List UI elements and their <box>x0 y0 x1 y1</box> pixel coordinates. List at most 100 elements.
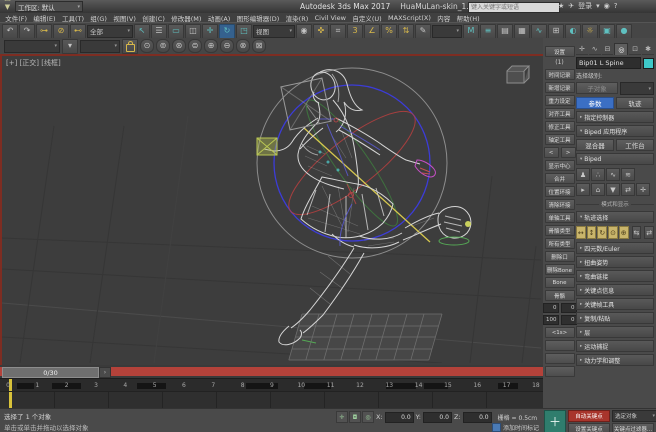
align-icon[interactable]: ≡ <box>480 24 496 39</box>
strip-next-button[interactable]: > <box>561 147 576 158</box>
layer-manager-icon[interactable]: ▤ <box>497 24 513 39</box>
add-time-tag[interactable]: 添加时间标记 <box>492 423 539 432</box>
render-setup-icon[interactable]: ☼ <box>582 24 598 39</box>
save-biped-file-icon[interactable]: ▼ <box>606 183 620 196</box>
menu-item[interactable]: 组(G) <box>87 13 110 23</box>
lock-com-keying-icon[interactable]: ⊙ <box>608 226 618 239</box>
menu-item[interactable]: 内容 <box>434 13 453 23</box>
menu-item[interactable]: 修改器(M) <box>168 13 205 23</box>
named-selection-dropdown[interactable] <box>432 25 462 38</box>
rectangular-region-icon[interactable]: ▭ <box>168 24 184 39</box>
tab-hierarchy[interactable]: ⊟ <box>602 43 614 55</box>
strip-tool-button[interactable] <box>545 340 575 351</box>
strip-value-field[interactable]: 0 <box>543 303 559 313</box>
signin-caret-icon[interactable]: ▾ <box>596 2 600 10</box>
strip-tool-button[interactable]: 显示中心 <box>545 160 575 171</box>
help-icon[interactable]: ? <box>614 2 618 10</box>
tab-motion[interactable]: ◎ <box>614 43 628 55</box>
selection-filter-dropdown[interactable]: 全部 <box>87 25 133 38</box>
select-and-manipulate-icon[interactable]: ✜ <box>313 24 329 39</box>
symmetrical-tracks-icon[interactable]: ⇆ <box>632 226 642 239</box>
restrict-y-icon[interactable]: ⊚ <box>156 39 170 53</box>
strip-tool-button[interactable]: 清除环接 <box>545 199 575 210</box>
favorites-icon[interactable]: ★ <box>558 2 564 10</box>
key-filters-button[interactable]: 关键点过滤器... <box>612 423 654 432</box>
reference-coordinate-dropdown[interactable]: 视图 <box>253 25 295 38</box>
rollout-collapsed[interactable]: ▸关键帧工具 <box>576 298 654 310</box>
menu-item[interactable]: 编辑(E) <box>30 13 59 23</box>
parameters-button[interactable]: 参数 <box>576 97 614 109</box>
menu-item[interactable]: MAXScript(X) <box>385 14 434 22</box>
footstep-mode-icon[interactable]: ∴ <box>591 168 605 181</box>
trajectories-button[interactable]: 轨迹 <box>616 97 654 109</box>
track-bar-ruler[interactable]: 0123456789101112131415161718 <box>0 378 543 392</box>
select-object-icon[interactable]: ↖ <box>134 24 150 39</box>
menu-item[interactable]: 自定义(U) <box>349 13 385 23</box>
redo-icon[interactable]: ↷ <box>19 24 35 39</box>
balance-keying-icon[interactable]: ⊕ <box>619 226 629 239</box>
angle-snap-sub-icon[interactable]: ⊖ <box>220 39 234 53</box>
rollout-collapsed[interactable]: ▸层 <box>576 326 654 338</box>
info-icon[interactable]: ◉ <box>604 2 610 10</box>
axis-constraint-dropdown[interactable] <box>80 40 120 53</box>
strip-tool-button[interactable]: 设置 <box>545 46 575 57</box>
strip-value-field[interactable]: 100 <box>543 315 559 325</box>
select-and-link-icon[interactable]: ⊶ <box>36 24 52 39</box>
figure-mode-icon[interactable]: ♟ <box>576 168 590 181</box>
strip-value-field[interactable]: 0 <box>561 303 577 313</box>
sign-in-link[interactable]: 登录 <box>578 1 592 11</box>
mixer-mode-icon[interactable]: ≋ <box>621 168 635 181</box>
rendered-frame-icon[interactable]: ▣ <box>599 24 615 39</box>
strip-tool-button[interactable]: 轴定工具 <box>545 134 575 145</box>
strip-tool-button[interactable]: 单轴工具 <box>545 212 575 223</box>
object-color-swatch[interactable] <box>643 58 654 69</box>
menu-item[interactable]: 动画(A) <box>205 13 234 23</box>
strip-tool-button[interactable]: 所有类型 <box>545 238 575 249</box>
rollout-assign-controller[interactable]: ▸ 指定控制器 <box>576 111 654 123</box>
strip-tool-button[interactable]: 删除口 <box>545 251 575 262</box>
strip-tool-button[interactable]: 对齐工具 <box>545 108 575 119</box>
strip-tool-button[interactable] <box>545 353 575 364</box>
set-key-button[interactable]: 设置关键点 <box>568 423 610 432</box>
rollout-collapsed[interactable]: ▸复制/粘贴 <box>576 312 654 324</box>
z-coordinate-field[interactable]: 0.0 <box>463 412 492 423</box>
strip-tool-button[interactable]: 删除Bone <box>545 264 575 275</box>
convert-biped-icon[interactable]: ⇄ <box>621 183 635 196</box>
ribbon-toggle-icon[interactable]: ▦ <box>514 24 530 39</box>
search-input[interactable] <box>468 2 560 13</box>
strip-tool-button[interactable] <box>545 366 575 377</box>
snaps-toggle-3d-icon[interactable]: 3 <box>347 24 363 39</box>
body-horizontal-icon[interactable]: ↔ <box>576 226 586 239</box>
material-editor-icon[interactable]: ◐ <box>565 24 581 39</box>
body-rotation-icon[interactable]: ↻ <box>597 226 607 239</box>
menu-item[interactable]: 帮助(H) <box>453 13 482 23</box>
load-biped-file-icon[interactable]: ⌂ <box>591 183 605 196</box>
keyframe-block[interactable] <box>17 383 35 389</box>
use-pivot-point-icon[interactable]: ◉ <box>296 24 312 39</box>
select-and-scale-icon[interactable]: ◳ <box>236 24 252 39</box>
menu-item[interactable]: Civil View <box>311 14 349 22</box>
rollout-collapsed[interactable]: ▸弯曲链接 <box>576 270 654 282</box>
spinner-snap-sub-icon[interactable]: ⊠ <box>252 39 266 53</box>
strip-tool-button[interactable]: 骨骼 <box>545 290 575 301</box>
rollout-track-selection[interactable]: ▾ 轨迹选择 <box>576 211 654 223</box>
snap-toggle-sub-icon[interactable]: ⊕ <box>204 39 218 53</box>
percent-snap-sub-icon[interactable]: ⊗ <box>236 39 250 53</box>
y-coordinate-field[interactable]: 0.0 <box>423 412 452 423</box>
rollout-collapsed[interactable]: ▸运动捕捉 <box>576 340 654 352</box>
strip-value-field[interactable]: 0 <box>561 315 577 325</box>
render-production-icon[interactable]: ● <box>616 24 632 39</box>
save-file-icon[interactable]: ▼ <box>3 2 12 11</box>
body-vertical-icon[interactable]: ↕ <box>587 226 597 239</box>
auto-key-button[interactable]: 自动关键点 <box>568 410 610 422</box>
object-name-field[interactable]: Bip01 L Spine <box>576 57 641 69</box>
workspace-dropdown[interactable]: 工作区: 默认 <box>15 1 83 12</box>
next-frame-step-button[interactable]: › <box>99 367 111 378</box>
rollout-collapsed[interactable]: ▸四元数/Euler <box>576 242 654 254</box>
tab-modify[interactable]: ∿ <box>589 43 601 55</box>
rollout-collapsed[interactable]: ▸动力学和调整 <box>576 354 654 366</box>
strip-tool-button[interactable]: 合并 <box>545 173 575 184</box>
rollout-collapsed[interactable]: ▸关键点信息 <box>576 284 654 296</box>
restrict-z-icon[interactable]: ⊛ <box>172 39 186 53</box>
community-icon[interactable]: ✈ <box>568 2 574 10</box>
